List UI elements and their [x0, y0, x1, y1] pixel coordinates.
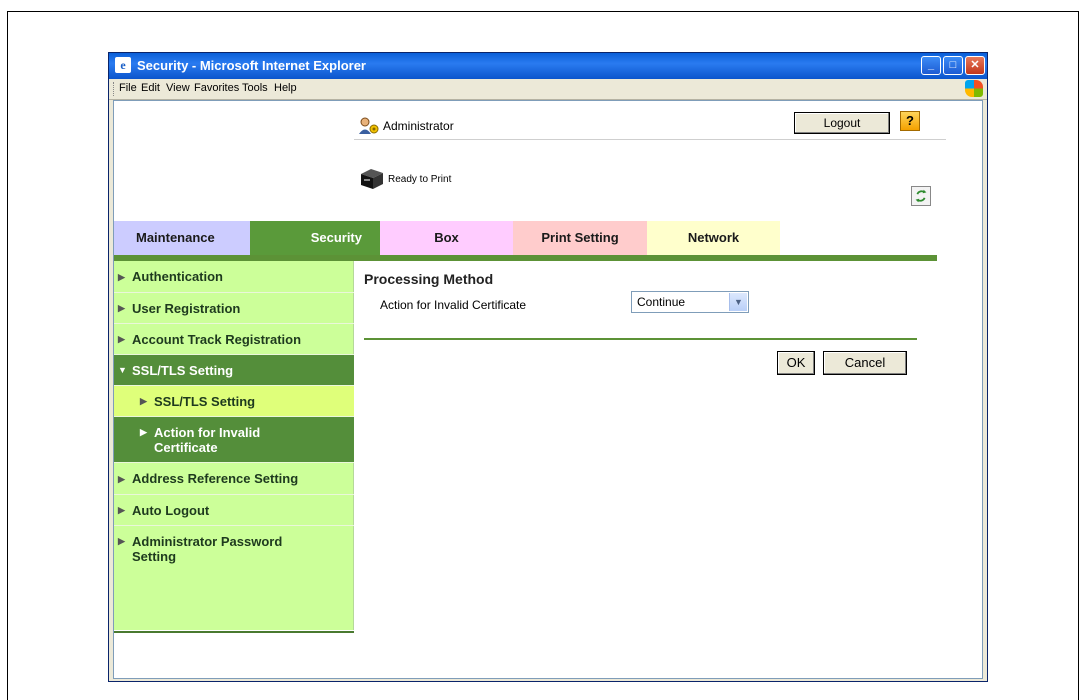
sidebar-item-user-registration[interactable]: ▶ User Registration: [114, 293, 354, 324]
chevron-down-icon: ▼: [118, 365, 127, 375]
tab-box[interactable]: Box: [380, 221, 513, 255]
chevron-right-icon: ▶: [118, 505, 125, 515]
chevron-right-icon: ▶: [118, 474, 125, 484]
tab-label: Security: [310, 230, 362, 245]
toolbar-grip: [113, 82, 116, 96]
sidebar-item-authentication[interactable]: ▶ Authentication: [114, 261, 354, 293]
ok-button[interactable]: OK: [777, 351, 815, 375]
sidebar-item-label: Account Track Registration: [132, 332, 302, 347]
menu-favorites[interactable]: Favorites: [194, 82, 239, 94]
printer-status: Ready to Print: [388, 174, 452, 185]
sidebar-bottom-divider: [114, 631, 354, 633]
cancel-button[interactable]: Cancel: [823, 351, 907, 375]
title-bar[interactable]: e Security - Microsoft Internet Explorer…: [109, 53, 987, 79]
menu-edit[interactable]: Edit: [141, 82, 160, 94]
sidebar-item-label: Authentication: [132, 269, 223, 284]
minimize-button[interactable]: _: [921, 56, 941, 75]
menu-bar: File Edit View Favorites Tools Help: [109, 79, 987, 100]
sidebar-subitem-action-invalid-certificate[interactable]: ▶ Action for Invalid Certificate: [114, 417, 354, 463]
menu-file[interactable]: File: [119, 82, 137, 94]
chevron-right-icon: ▶: [140, 396, 147, 406]
sidebar-item-label: SSL/TLS Setting: [154, 394, 256, 409]
chevron-right-icon: ▶: [118, 272, 125, 282]
tab-label: Box: [434, 230, 459, 245]
chevron-down-icon[interactable]: ▼: [729, 293, 747, 311]
chevron-right-icon: ▶: [118, 334, 125, 344]
sidebar-item-ssl-tls-setting[interactable]: ▼ SSL/TLS Setting: [114, 355, 354, 386]
action-select[interactable]: Continue ▼: [631, 291, 749, 313]
content-divider: [364, 338, 917, 340]
sidebar-item-account-track-registration[interactable]: ▶ Account Track Registration: [114, 324, 354, 355]
window-title: Security - Microsoft Internet Explorer: [137, 58, 366, 73]
windows-logo-icon: [965, 80, 983, 97]
sidebar: ▶ Authentication ▶ User Registration ▶ Acco…: [114, 261, 354, 630]
menu-help[interactable]: Help: [274, 82, 297, 94]
section-title: Processing Method: [364, 271, 494, 287]
sidebar-item-address-reference-setting[interactable]: ▶ Address Reference Setting: [114, 463, 354, 495]
menu-view[interactable]: View: [166, 82, 190, 94]
sidebar-item-label: Action for Invalid Certificate: [154, 425, 261, 455]
tab-network[interactable]: Network: [647, 221, 780, 255]
tab-label: Network: [687, 230, 740, 245]
browser-window: e Security - Microsoft Internet Explorer…: [108, 52, 988, 682]
refresh-icon[interactable]: [911, 186, 931, 206]
select-value: Continue: [637, 295, 686, 309]
maximize-button[interactable]: □: [943, 56, 963, 75]
field-label: Action for Invalid Certificate: [380, 298, 527, 312]
tab-label: Maintenance: [136, 230, 215, 245]
menu-tools[interactable]: Tools: [242, 82, 268, 94]
sidebar-item-label: Auto Logout: [132, 503, 210, 518]
chevron-right-icon: ▶: [140, 427, 147, 437]
header-divider: [354, 139, 946, 140]
sidebar-item-label: SSL/TLS Setting: [132, 363, 234, 378]
sidebar-item-label: Address Reference Setting: [132, 471, 299, 486]
sidebar-subitem-ssl-tls-setting[interactable]: ▶ SSL/TLS Setting: [114, 386, 354, 417]
tab-security[interactable]: Security: [250, 221, 380, 255]
sidebar-item-label: Administrator Password Setting: [132, 534, 283, 564]
printer-icon: [361, 169, 383, 189]
internet-explorer-icon: e: [115, 57, 131, 73]
sidebar-item-administrator-password-setting[interactable]: ▶ Administrator Password Setting: [114, 526, 354, 572]
tab-print-setting[interactable]: Print Setting: [513, 221, 647, 255]
sidebar-item-label: User Registration: [132, 301, 241, 316]
administrator-icon: [359, 117, 379, 134]
user-name: Administrator: [383, 119, 454, 133]
chevron-right-icon: ▶: [118, 536, 125, 546]
tab-maintenance[interactable]: Maintenance: [114, 221, 250, 255]
chevron-right-icon: ▶: [118, 303, 125, 313]
page-content: Administrator Logout ? Ready to Print Ma…: [113, 100, 983, 679]
tab-label: Print Setting: [541, 230, 619, 245]
logout-button[interactable]: Logout: [794, 112, 890, 134]
sidebar-item-auto-logout[interactable]: ▶ Auto Logout: [114, 495, 354, 526]
close-button[interactable]: ✕: [965, 56, 985, 75]
help-button[interactable]: ?: [900, 111, 920, 131]
